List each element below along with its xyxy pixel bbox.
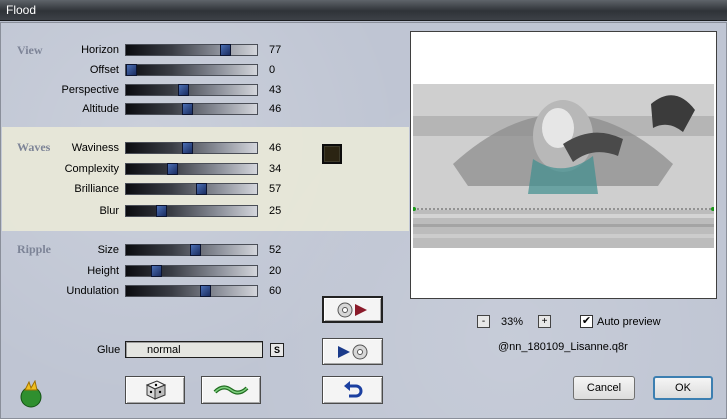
complexity-value[interactable]: 34	[269, 163, 299, 175]
save-preset-button[interactable]	[322, 296, 383, 323]
height-thumb[interactable]	[151, 265, 162, 277]
auto-preview-checkbox[interactable]: ✔	[580, 315, 593, 328]
glue-select[interactable]: normal	[125, 341, 263, 358]
undulation-slider[interactable]	[125, 285, 258, 297]
gear-flame-icon	[17, 379, 45, 411]
waviness-value[interactable]: 46	[269, 142, 299, 154]
horizon-value[interactable]: 77	[269, 44, 299, 56]
disc-play-icon	[337, 302, 367, 317]
offset-slider[interactable]	[125, 64, 258, 76]
blur-label: Blur	[99, 205, 119, 217]
height-slider[interactable]	[125, 265, 258, 277]
brilliance-thumb[interactable]	[196, 183, 207, 195]
title-bar: Flood	[0, 0, 727, 21]
play-disc-icon	[337, 344, 367, 359]
size-value[interactable]: 52	[269, 244, 299, 256]
perspective-label: Perspective	[61, 84, 119, 96]
altitude-thumb[interactable]	[182, 103, 193, 115]
undulation-label: Undulation	[66, 285, 119, 297]
zoom-in-button[interactable]: +	[538, 315, 551, 328]
cancel-button[interactable]: Cancel	[573, 376, 635, 400]
height-value[interactable]: 20	[269, 265, 299, 277]
perspective-value[interactable]: 43	[269, 84, 299, 96]
offset-value[interactable]: 0	[269, 64, 299, 76]
altitude-value[interactable]: 46	[269, 103, 299, 115]
zoom-out-button[interactable]: -	[477, 315, 490, 328]
perspective-slider[interactable]	[125, 84, 258, 96]
window-title: Flood	[6, 3, 37, 17]
wave-button[interactable]	[201, 376, 261, 404]
horizon-thumb[interactable]	[220, 44, 231, 56]
size-slider[interactable]	[125, 244, 258, 256]
altitude-slider[interactable]	[125, 103, 258, 115]
glue-value: normal	[147, 344, 181, 356]
complexity-label: Complexity	[64, 163, 119, 175]
undulation-value[interactable]: 60	[269, 285, 299, 297]
size-label: Size	[97, 244, 119, 256]
offset-label: Offset	[89, 64, 119, 76]
brilliance-slider[interactable]	[125, 183, 258, 195]
random-button[interactable]	[125, 376, 185, 404]
auto-preview-label[interactable]: Auto preview	[597, 316, 661, 328]
blur-value[interactable]: 25	[269, 205, 299, 217]
altitude-label: Altitude	[82, 103, 119, 115]
preview-image	[413, 84, 714, 248]
wave-icon	[213, 385, 249, 395]
wave-color-swatch[interactable]	[322, 144, 342, 164]
ok-button[interactable]: OK	[653, 376, 713, 400]
undulation-thumb[interactable]	[200, 285, 211, 297]
glue-s-button[interactable]: S	[270, 343, 284, 357]
zoom-value: 33%	[501, 316, 524, 328]
undo-icon	[343, 381, 362, 398]
blur-slider[interactable]	[125, 205, 258, 217]
brilliance-label: Brilliance	[74, 183, 119, 195]
preview-canvas[interactable]	[410, 31, 717, 299]
size-thumb[interactable]	[190, 244, 201, 256]
dialog-panel: View Waves Ripple Horizon 77 Offset 0 Pe…	[0, 22, 727, 419]
glue-label: Glue	[97, 344, 121, 356]
reset-button[interactable]	[322, 376, 383, 404]
blur-thumb[interactable]	[156, 205, 167, 217]
waviness-label: Waviness	[71, 142, 119, 154]
perspective-thumb[interactable]	[178, 84, 189, 96]
dice-icon	[145, 380, 167, 400]
waviness-slider[interactable]	[125, 142, 258, 154]
complexity-thumb[interactable]	[167, 163, 178, 175]
brilliance-value[interactable]: 57	[269, 183, 299, 195]
height-label: Height	[87, 265, 119, 277]
offset-thumb[interactable]	[126, 64, 137, 76]
load-preset-button[interactable]	[322, 338, 383, 365]
waviness-thumb[interactable]	[182, 142, 193, 154]
horizon-slider[interactable]	[125, 44, 258, 56]
complexity-slider[interactable]	[125, 163, 258, 175]
preset-name: @nn_180109_Lisanne.q8r	[498, 341, 628, 353]
horizon-label: Horizon	[81, 44, 119, 56]
